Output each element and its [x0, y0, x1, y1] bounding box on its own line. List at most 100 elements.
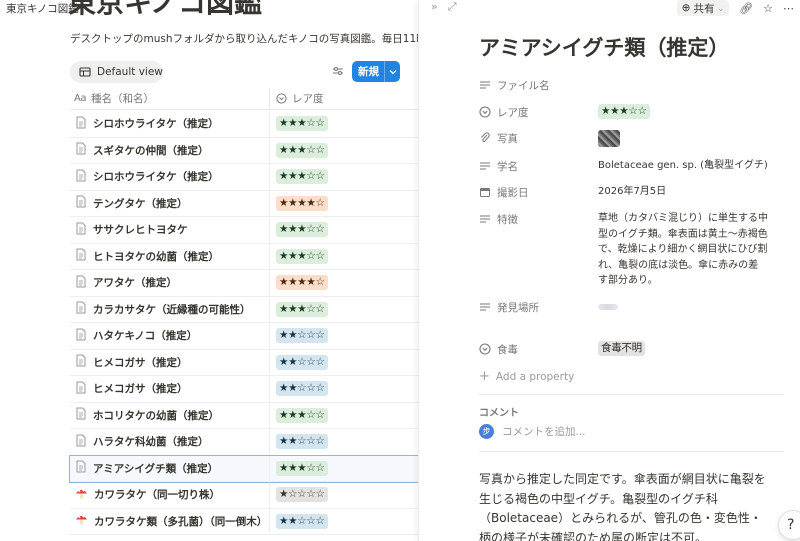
- table-row[interactable]: ササクレヒトヨタケ ★★★☆☆: [70, 217, 418, 244]
- table-row[interactable]: シロホウライタケ（推定） ★★★☆☆: [70, 111, 418, 138]
- chevron-down-icon[interactable]: [385, 69, 400, 75]
- expand-icon[interactable]: ⤢: [448, 0, 457, 14]
- location-redacted[interactable]: [598, 304, 618, 310]
- name-cell[interactable]: カラカサタケ（近縁種の可能性）: [70, 296, 270, 322]
- rating-cell[interactable]: ★★★☆☆: [270, 248, 328, 264]
- text-property-icon: Aa: [74, 93, 86, 104]
- star-icon[interactable]: ☆: [763, 2, 773, 15]
- sliders-icon[interactable]: [332, 65, 344, 77]
- table-row[interactable]: ハタケキノコ（推定） ★★☆☆☆: [70, 323, 418, 350]
- column-header-rating[interactable]: レア度: [270, 91, 324, 106]
- edibility-badge[interactable]: 食毒不明: [598, 341, 645, 356]
- page-icon: [75, 275, 87, 291]
- rating-badge: ★★★☆☆: [276, 222, 328, 238]
- row-title: アワタケ（推定）: [93, 277, 177, 290]
- divider: [479, 394, 784, 395]
- name-cell[interactable]: シロホウライタケ（推定）: [70, 164, 270, 190]
- comment-input[interactable]: コメントを追加...: [502, 424, 586, 439]
- page-body-text[interactable]: 写真から推定した同定です。傘表面が網目状に亀裂を生じる褐色の中型イグチ。亀裂型の…: [479, 470, 769, 541]
- rating-cell[interactable]: ★★★★☆: [270, 195, 328, 211]
- page-icon: [75, 407, 87, 423]
- name-cell[interactable]: カワラタケ（同一切り株）: [70, 482, 270, 508]
- rating-cell[interactable]: ★★★☆☆: [270, 169, 328, 185]
- table-row[interactable]: テングタケ（推定） ★★★★☆: [70, 190, 418, 217]
- table-row[interactable]: カラカサタケ（近縁種の可能性） ★★★☆☆: [70, 296, 418, 323]
- column-header-name[interactable]: Aa 種名（和名）: [70, 87, 270, 110]
- table-row[interactable]: アミアシイグチ類（推定） ★★★☆☆: [69, 454, 418, 483]
- rating-cell[interactable]: ★★☆☆☆: [270, 381, 328, 397]
- table-row[interactable]: アワタケ（推定） ★★★★☆: [70, 270, 418, 297]
- name-cell[interactable]: ササクレヒトヨタケ: [70, 217, 270, 243]
- rating-cell[interactable]: ★☆☆☆☆: [270, 487, 328, 503]
- row-title: カワラタケ類（多孔菌）（同一倒木）: [94, 515, 268, 528]
- table-row[interactable]: カワラタケ（同一切り株） ★☆☆☆☆: [70, 482, 418, 509]
- rating-badge: ★★☆☆☆: [276, 328, 328, 344]
- rating-badge: ★★★☆☆: [276, 169, 328, 185]
- name-cell[interactable]: ヒメコガサ（推定）: [70, 376, 270, 402]
- property-scientific-name[interactable]: 学名 Boletaceae gen. sp. (亀裂型イグチ): [479, 158, 800, 174]
- link-icon[interactable]: 🔗︎: [739, 2, 753, 15]
- property-filename[interactable]: ファイル名: [479, 77, 800, 93]
- more-icon[interactable]: ⋯: [783, 2, 794, 15]
- name-cell[interactable]: アミアシイグチ類（推定）: [70, 455, 270, 481]
- page-peek: » ⤢ ⊕ 共有 ⌄ 🔗︎ ☆ ⋯ アミアシイグチ類（推定） ファイル名 レア度…: [418, 0, 800, 541]
- row-title: ハラタケ科幼菌（推定）: [93, 436, 209, 449]
- rating-cell[interactable]: ★★☆☆☆: [270, 328, 328, 344]
- share-button[interactable]: ⊕ 共有 ⌄: [676, 0, 730, 16]
- name-cell[interactable]: テングタケ（推定）: [70, 190, 270, 216]
- database-description: デスクトップのmushフォルダから取り込んだキノコの写真図鑑。毎日11時に差: [70, 33, 418, 45]
- name-cell[interactable]: シロホウライタケ（推定）: [70, 111, 270, 137]
- rating-cell[interactable]: ★★★☆☆: [270, 142, 328, 158]
- name-cell[interactable]: スギタケの仲間（推定）: [70, 137, 270, 163]
- table-row[interactable]: シロホウライタケ（推定） ★★★☆☆: [70, 164, 418, 191]
- features-value[interactable]: 草地（カタバミ混じり）に単生する中型のイグチ類。傘表面は黄土〜赤褐色で、乾燥によ…: [598, 211, 768, 289]
- rating-cell[interactable]: ★★★★☆: [270, 275, 328, 291]
- name-cell[interactable]: カワラタケ類（多孔菌）（同一倒木）: [70, 508, 270, 534]
- table-row[interactable]: ヒトヨタケの幼菌（推定） ★★★☆☆: [70, 243, 418, 270]
- name-cell[interactable]: ハタケキノコ（推定）: [70, 323, 270, 349]
- table-row[interactable]: ハラタケ科幼菌（推定） ★★☆☆☆: [70, 429, 418, 456]
- add-property-button[interactable]: + Add a property: [479, 369, 574, 384]
- property-features[interactable]: 特徴 草地（カタバミ混じり）に単生する中型のイグチ類。傘表面は黄土〜赤褐色で、乾…: [479, 211, 800, 289]
- new-button-label: 新規: [358, 66, 379, 78]
- property-edibility[interactable]: 食毒 食毒不明: [479, 341, 800, 357]
- table-row[interactable]: ホコリタケの幼菌（推定） ★★★☆☆: [70, 402, 418, 429]
- database-view: 東京キノコ図鑑 東京キノコ図鑑 デスクトップのmushフォルダから取り込んだキノ…: [0, 0, 418, 541]
- rating-cell[interactable]: ★★★☆☆: [270, 222, 328, 238]
- rating-cell[interactable]: ★★★☆☆: [270, 407, 328, 423]
- plus-icon: +: [479, 369, 490, 384]
- rating-badge: ★★★☆☆: [276, 407, 328, 423]
- comment-input-row[interactable]: 步 コメントを追加...: [479, 424, 586, 439]
- help-button[interactable]: ?: [778, 510, 800, 540]
- filename-value[interactable]: [598, 77, 768, 93]
- rating-cell[interactable]: ★★☆☆☆: [270, 354, 328, 370]
- table-row[interactable]: ヒメコガサ（推定） ★★☆☆☆: [70, 376, 418, 403]
- page-icon: [75, 354, 87, 370]
- name-cell[interactable]: アワタケ（推定）: [70, 270, 270, 296]
- rarity-badge[interactable]: ★★★☆☆: [598, 104, 650, 119]
- table-row[interactable]: スギタケの仲間（推定） ★★★☆☆: [70, 137, 418, 164]
- property-rarity[interactable]: レア度 ★★★☆☆: [479, 104, 800, 120]
- scientific-name-value[interactable]: Boletaceae gen. sp. (亀裂型イグチ): [598, 158, 768, 174]
- rating-cell[interactable]: ★★☆☆☆: [270, 434, 328, 450]
- property-location[interactable]: 発見場所: [479, 299, 800, 316]
- name-cell[interactable]: ホコリタケの幼菌（推定）: [70, 402, 270, 428]
- divider: [479, 451, 784, 452]
- rating-cell[interactable]: ★★★☆☆: [270, 116, 328, 132]
- close-peek-icon[interactable]: »: [431, 0, 438, 14]
- property-date[interactable]: 撮影日 2026年7月5日: [479, 184, 800, 200]
- rating-cell[interactable]: ★★☆☆☆: [270, 513, 328, 529]
- property-photo[interactable]: 写真: [479, 130, 800, 147]
- rating-cell[interactable]: ★★★☆☆: [270, 460, 328, 476]
- table-row[interactable]: カワラタケ類（多孔菌）（同一倒木） ★★☆☆☆: [70, 508, 418, 535]
- name-cell[interactable]: ヒメコガサ（推定）: [70, 349, 270, 375]
- table-row[interactable]: ヒメコガサ（推定） ★★☆☆☆: [70, 349, 418, 376]
- date-value[interactable]: 2026年7月5日: [598, 184, 768, 200]
- photo-thumbnail[interactable]: [598, 130, 620, 147]
- default-view-tab[interactable]: Default view: [70, 61, 163, 83]
- name-cell[interactable]: ハラタケ科幼菌（推定）: [70, 429, 270, 455]
- page-title[interactable]: アミアシイグチ類（推定）: [479, 32, 729, 62]
- name-cell[interactable]: ヒトヨタケの幼菌（推定）: [70, 243, 270, 269]
- rating-cell[interactable]: ★★★☆☆: [270, 301, 328, 317]
- new-button[interactable]: 新規: [352, 61, 400, 82]
